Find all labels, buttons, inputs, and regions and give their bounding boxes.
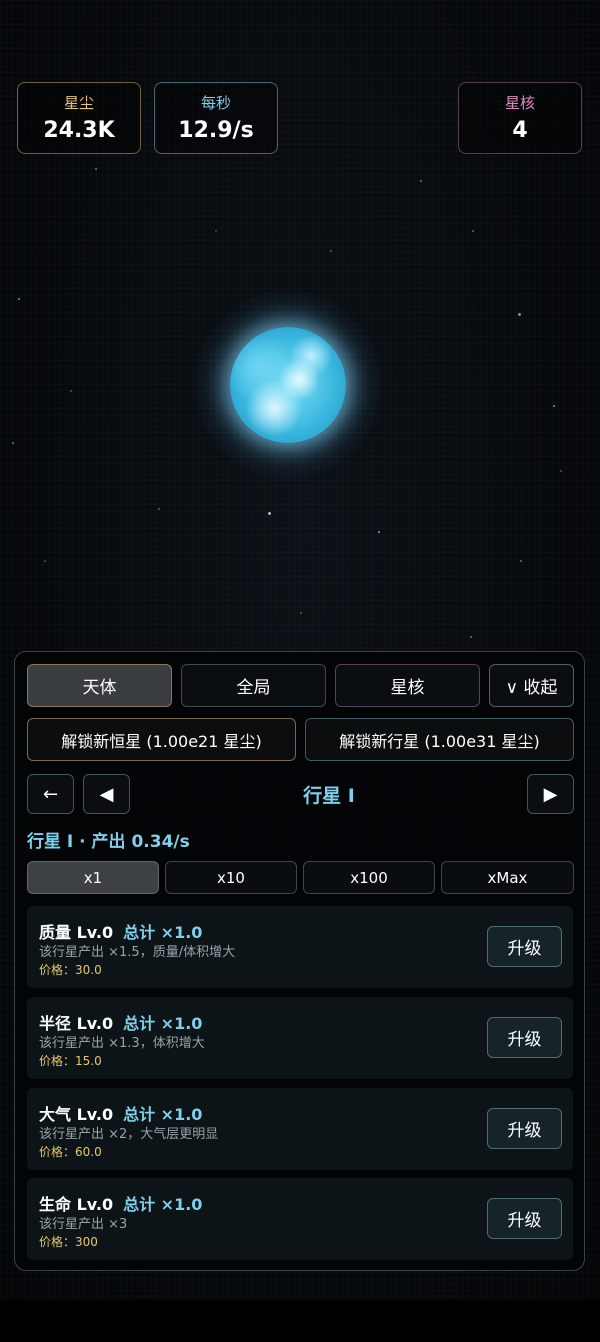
- unlock-star-button[interactable]: 解锁新恒星 (1.00e21 星尘): [27, 718, 296, 761]
- upgrade-atmosphere-button[interactable]: 升级: [487, 1108, 562, 1149]
- upgrade-description: 该行星产出 ×3: [39, 1217, 128, 1232]
- upgrade-card-atmosphere: 大气 Lv.0 总计 ×1.0 该行星产出 ×2，大气层更明显 价格：60.0 升…: [27, 1088, 573, 1170]
- star-core-label: 星核: [504, 94, 535, 112]
- upgrade-total: 总计 ×1.0: [123, 923, 203, 942]
- multiplier-x100[interactable]: x100: [303, 861, 435, 894]
- upgrade-name: 大气 Lv.0: [39, 1105, 114, 1124]
- stardust-stat: 星尘 24.3K: [17, 82, 141, 154]
- tab-celestial[interactable]: 天体: [27, 664, 172, 707]
- upgrade-name: 半径 Lv.0: [39, 1014, 114, 1033]
- stardust-value: 24.3K: [43, 118, 115, 143]
- back-button[interactable]: ←: [27, 774, 74, 814]
- planet[interactable]: [230, 327, 346, 443]
- upgrade-card-radius: 半径 Lv.0 总计 ×1.0 该行星产出 ×1.3，体积增大 价格：15.0 升…: [27, 997, 573, 1079]
- upgrade-name: 质量 Lv.0: [39, 923, 114, 942]
- upgrade-price: 价格：60.0: [39, 1145, 102, 1159]
- control-panel: 天体 全局 星核 ∨ 收起 解锁新恒星 (1.00e21 星尘) 解锁新行星 (…: [14, 651, 585, 1271]
- multiplier-x10[interactable]: x10: [165, 861, 297, 894]
- upgrade-total: 总计 ×1.0: [123, 1014, 203, 1033]
- multiplier-x1[interactable]: x1: [27, 861, 159, 894]
- back-arrow-icon: ←: [42, 783, 59, 805]
- upgrade-name: 生命 Lv.0: [39, 1195, 114, 1214]
- planet-title: 行星 I: [303, 784, 355, 807]
- upgrade-mass-button[interactable]: 升级: [487, 926, 562, 967]
- upgrade-radius-button[interactable]: 升级: [487, 1017, 562, 1058]
- stardust-label: 星尘: [63, 94, 94, 112]
- per-second-stat: 每秒 12.9/s: [154, 82, 278, 154]
- upgrade-card-life: 生命 Lv.0 总计 ×1.0 该行星产出 ×3 价格：300 升级: [27, 1178, 573, 1260]
- multiplier-xmax[interactable]: xMax: [441, 861, 574, 894]
- tab-star-core[interactable]: 星核: [335, 664, 480, 707]
- collapse-button[interactable]: ∨ 收起: [489, 664, 574, 707]
- prev-planet-button[interactable]: ◀: [83, 774, 130, 814]
- per-second-label: 每秒: [200, 94, 231, 112]
- upgrade-price: 价格：15.0: [39, 1054, 102, 1068]
- upgrade-total: 总计 ×1.0: [123, 1195, 203, 1214]
- next-triangle-icon: ▶: [543, 783, 558, 805]
- upgrade-price: 价格：300: [39, 1235, 98, 1249]
- upgrade-card-mass: 质量 Lv.0 总计 ×1.0 该行星产出 ×1.5，质量/体积增大 价格：30.…: [27, 906, 573, 988]
- next-planet-button[interactable]: ▶: [527, 774, 574, 814]
- tab-global[interactable]: 全局: [181, 664, 326, 707]
- upgrade-description: 该行星产出 ×1.3，体积增大: [39, 1036, 205, 1051]
- unlock-planet-button[interactable]: 解锁新行星 (1.00e31 星尘): [305, 718, 574, 761]
- prev-triangle-icon: ◀: [99, 783, 114, 805]
- upgrade-life-button[interactable]: 升级: [487, 1198, 562, 1239]
- star-core-value: 4: [512, 118, 528, 143]
- upgrade-total: 总计 ×1.0: [123, 1105, 203, 1124]
- upgrade-description: 该行星产出 ×2，大气层更明显: [39, 1127, 219, 1142]
- per-second-value: 12.9/s: [178, 118, 254, 143]
- upgrade-description: 该行星产出 ×1.5，质量/体积增大: [39, 945, 236, 960]
- output-rate: 行星 I · 产出 0.34/s: [27, 832, 190, 852]
- star-core-stat: 星核 4: [458, 82, 582, 154]
- upgrade-price: 价格：30.0: [39, 963, 102, 977]
- game-screen: 星尘 24.3K 每秒 12.9/s 星核 4 天体 全局 星核 ∨ 收起 解锁…: [0, 0, 600, 1300]
